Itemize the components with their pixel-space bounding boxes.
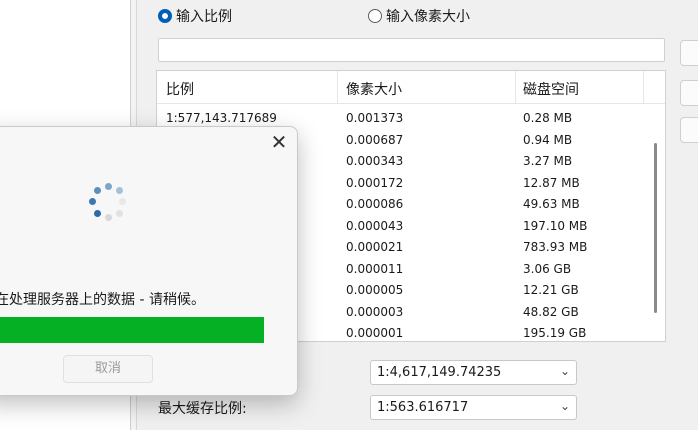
cell-pixel-size: 0.000343 bbox=[346, 154, 404, 168]
radio-label: 输入比例 bbox=[176, 9, 232, 25]
cell-disk-space: 0.28 MB bbox=[523, 111, 573, 125]
radio-button-checked[interactable] bbox=[158, 9, 172, 23]
loading-spinner-icon bbox=[89, 183, 126, 223]
cell-disk-space: 48.82 GB bbox=[523, 304, 579, 319]
cell-scale: 1:577,143.717689 bbox=[166, 111, 277, 125]
min-scale-dropdown[interactable]: 1:4,617,149.74235 ⌄ bbox=[370, 360, 577, 385]
cell-pixel-size: 0.000043 bbox=[346, 218, 404, 233]
column-header-disk-space[interactable]: 磁盘空间 bbox=[523, 79, 579, 99]
cell-pixel-size: 0.000005 bbox=[346, 283, 404, 297]
radio-input-pixel-size[interactable]: 输入像素大小 bbox=[368, 6, 470, 26]
chevron-down-icon: ⌄ bbox=[559, 364, 570, 378]
column-header-pixel-size[interactable]: 像素大小 bbox=[346, 79, 402, 99]
max-cache-scale-label: 最大缓存比例: bbox=[158, 401, 247, 417]
cell-pixel-size: 0.000687 bbox=[346, 132, 404, 147]
progress-bar bbox=[0, 317, 264, 343]
chevron-down-icon: ⌄ bbox=[559, 399, 570, 413]
dropdown-value: 1:4,617,149.74235 bbox=[377, 365, 502, 380]
radio-input-scale[interactable]: 输入比例 bbox=[158, 6, 232, 26]
cell-disk-space: 783.93 MB bbox=[523, 240, 588, 254]
radio-button[interactable] bbox=[368, 9, 382, 23]
cell-disk-space: 3.27 MB bbox=[523, 154, 573, 168]
radio-label: 输入像素大小 bbox=[386, 9, 470, 25]
processing-dialog: ✕ 正在处理服务器上的数据 - 请稍候。 取消 bbox=[0, 126, 298, 396]
scale-input[interactable] bbox=[158, 38, 665, 62]
column-separator[interactable] bbox=[515, 71, 516, 103]
progress-fill bbox=[0, 317, 264, 343]
close-icon[interactable]: ✕ bbox=[268, 131, 290, 153]
cell-pixel-size: 0.001373 bbox=[346, 111, 404, 125]
dropdown-value: 1:563.616717 bbox=[377, 400, 469, 415]
side-button[interactable] bbox=[680, 117, 698, 143]
cell-disk-space: 12.87 MB bbox=[523, 175, 580, 190]
cell-pixel-size: 0.000021 bbox=[346, 240, 404, 254]
cell-pixel-size: 0.000086 bbox=[346, 197, 404, 211]
cell-disk-space: 49.63 MB bbox=[523, 197, 580, 211]
table-scrollbar[interactable] bbox=[654, 143, 657, 313]
cell-disk-space: 197.10 MB bbox=[523, 218, 588, 233]
cell-pixel-size: 0.000011 bbox=[346, 261, 404, 276]
cell-disk-space: 195.19 GB bbox=[523, 326, 587, 340]
cell-pixel-size: 0.000172 bbox=[346, 175, 404, 190]
cell-disk-space: 12.21 GB bbox=[523, 283, 579, 297]
table-header: 比例 像素大小 磁盘空间 bbox=[157, 71, 665, 104]
column-header-scale[interactable]: 比例 bbox=[166, 79, 194, 99]
cell-pixel-size: 0.000001 bbox=[346, 326, 404, 340]
column-separator[interactable] bbox=[643, 71, 644, 103]
column-separator[interactable] bbox=[337, 71, 338, 103]
cancel-button[interactable]: 取消 bbox=[63, 355, 153, 383]
status-message: 正在处理服务器上的数据 - 请稍候。 bbox=[0, 292, 205, 308]
cell-disk-space: 3.06 GB bbox=[523, 261, 572, 276]
side-button[interactable] bbox=[680, 40, 698, 66]
cell-disk-space: 0.94 MB bbox=[523, 132, 573, 147]
side-button[interactable] bbox=[680, 80, 698, 106]
cell-pixel-size: 0.000003 bbox=[346, 304, 404, 319]
max-scale-dropdown[interactable]: 1:563.616717 ⌄ bbox=[370, 395, 577, 420]
